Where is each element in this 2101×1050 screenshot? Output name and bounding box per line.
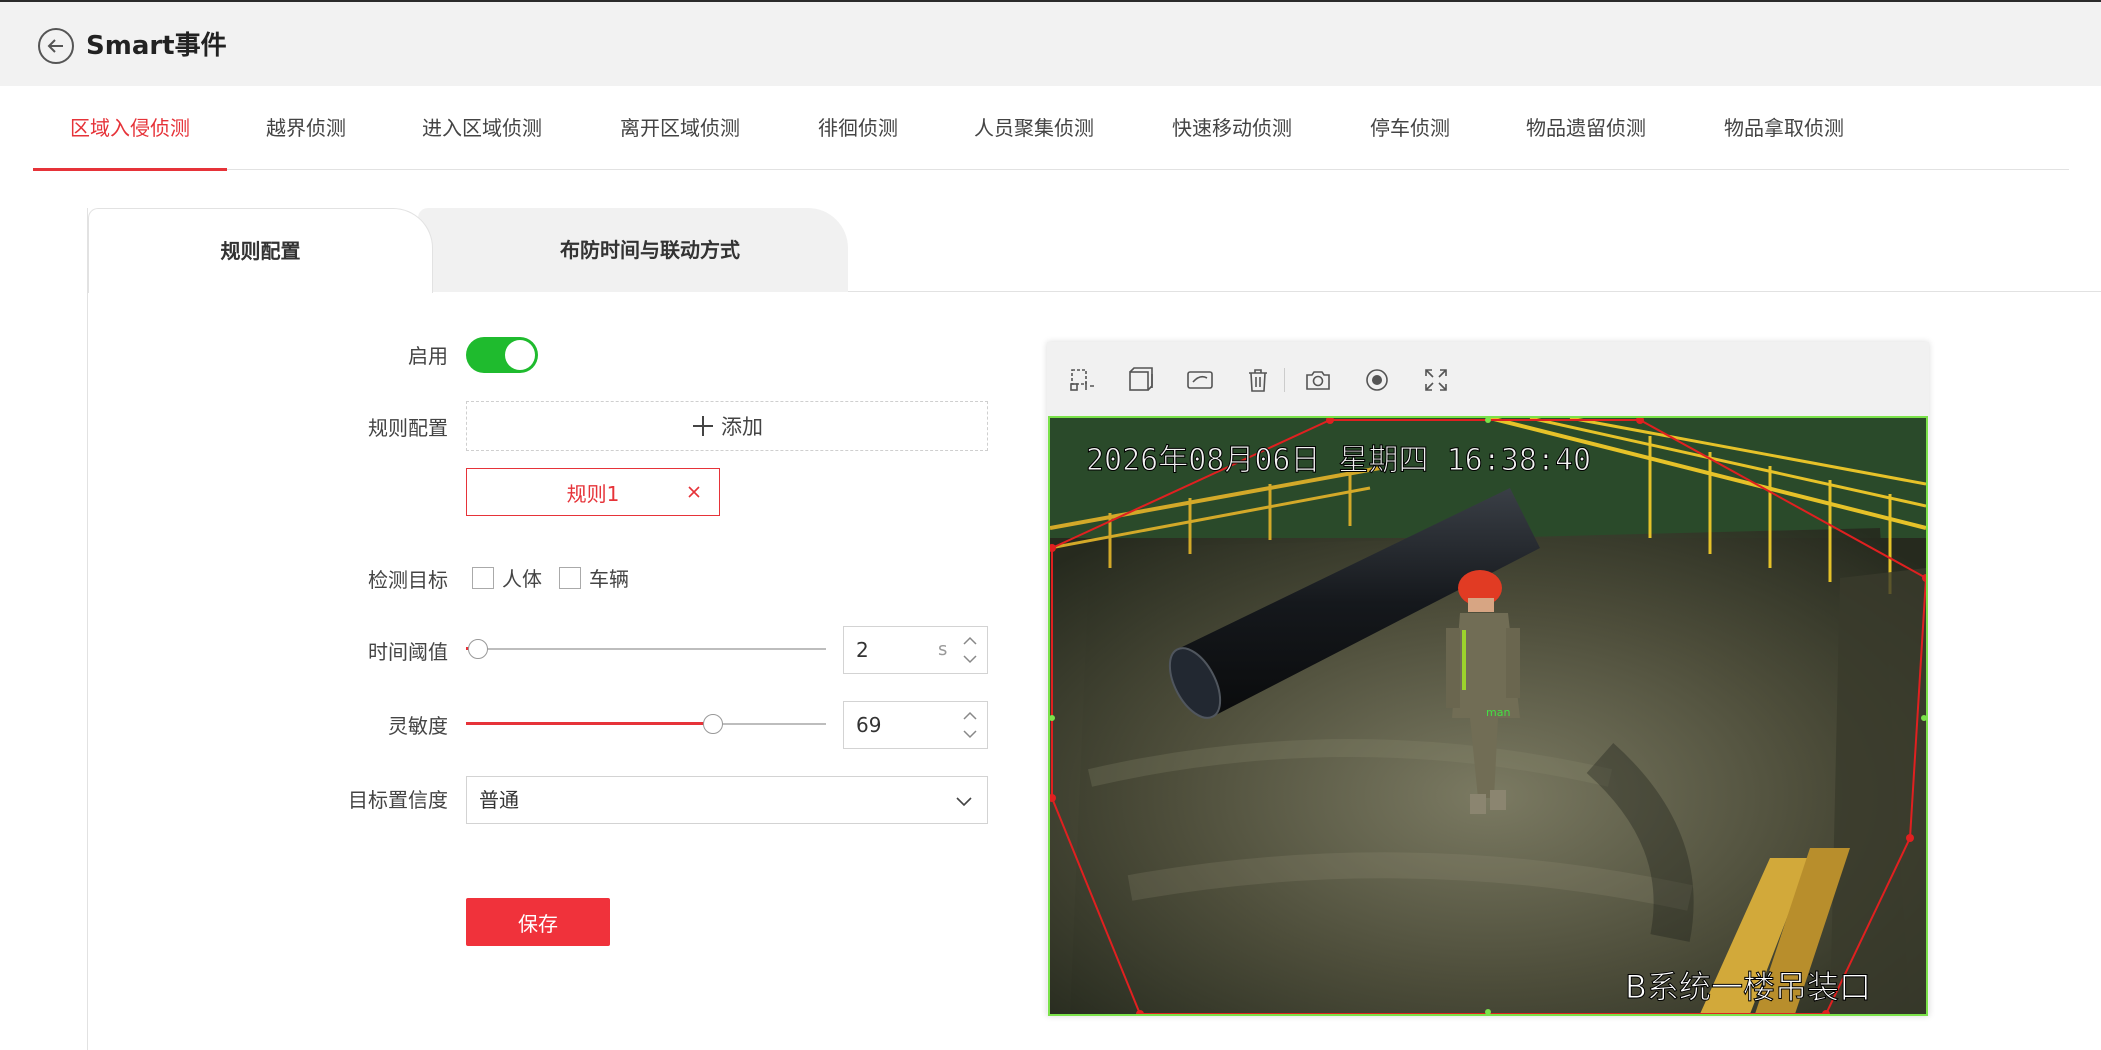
enable-label: 启用	[408, 344, 448, 368]
draw-region-icon[interactable]	[1068, 366, 1096, 394]
slider-fill	[466, 722, 713, 725]
video-frame[interactable]: 2026年08月06日 星期四 16:38:40 B系统一楼吊装口 man	[1048, 416, 1928, 1016]
osd-camera-name: B系统一楼吊装口	[1625, 968, 1871, 1006]
stepper-icon[interactable]	[961, 633, 979, 667]
osd-timestamp: 2026年08月06日 星期四 16:38:40	[1086, 443, 1591, 478]
tab-loitering[interactable]: 徘徊侦测	[818, 86, 898, 170]
event-tab-bar: 区域入侵侦测 越界侦测 进入区域侦测 离开区域侦测 徘徊侦测 人员聚集侦测 快速…	[33, 86, 2069, 171]
time-threshold-label: 时间阈值	[368, 640, 448, 664]
stepper-icon[interactable]	[961, 708, 979, 742]
min-size-icon[interactable]	[1186, 366, 1214, 394]
sub-tab-bar: 规则配置 布防时间与联动方式	[88, 208, 2101, 293]
confidence-select[interactable]: 普通	[466, 776, 988, 824]
confidence-value: 普通	[479, 788, 519, 812]
rule-config-label: 规则配置	[368, 416, 448, 440]
toggle-knob	[505, 340, 535, 370]
add-rule-label: 添加	[721, 415, 763, 439]
time-threshold-input[interactable]: 2 s	[843, 626, 988, 674]
checkbox-human[interactable]: 人体	[472, 563, 542, 592]
confidence-label: 目标置信度	[348, 788, 448, 812]
arrow-left-icon	[47, 39, 63, 53]
time-threshold-slider[interactable]	[466, 637, 826, 661]
max-size-icon[interactable]	[1127, 366, 1155, 394]
delete-icon[interactable]	[1244, 366, 1272, 394]
checkbox-vehicle[interactable]: 车辆	[559, 563, 629, 592]
tab-unattended-baggage[interactable]: 物品遗留侦测	[1526, 86, 1646, 170]
tab-parking[interactable]: 停车侦测	[1370, 86, 1450, 170]
slider-thumb[interactable]	[468, 639, 488, 659]
page-title: Smart事件	[86, 31, 227, 61]
tab-intrusion[interactable]: 区域入侵侦测	[33, 86, 227, 171]
record-icon[interactable]	[1363, 366, 1391, 394]
tab-fast-moving[interactable]: 快速移动侦测	[1172, 86, 1292, 170]
sensitivity-value: 69	[856, 713, 882, 737]
save-button[interactable]: 保存	[466, 898, 610, 946]
target-tag: man	[1486, 706, 1510, 719]
chevron-down-icon	[956, 797, 972, 807]
tab-region-exit[interactable]: 离开区域侦测	[620, 86, 740, 170]
tab-schedule-linkage[interactable]: 布防时间与联动方式	[418, 208, 848, 292]
checkbox-vehicle-label: 车辆	[589, 567, 629, 591]
sensitivity-slider[interactable]	[466, 712, 826, 736]
app-header: Smart事件	[0, 0, 2101, 86]
slider-thumb[interactable]	[703, 714, 723, 734]
add-rule-button[interactable]: 添加	[466, 401, 988, 451]
close-icon[interactable]	[683, 481, 705, 503]
checkbox-human-label: 人体	[502, 567, 542, 591]
sensitivity-label: 灵敏度	[388, 714, 448, 738]
checkbox-vehicle-box[interactable]	[559, 566, 581, 589]
tab-object-removal[interactable]: 物品拿取侦测	[1724, 86, 1844, 170]
video-scene: 2026年08月06日 星期四 16:38:40 B系统一楼吊装口 man	[1050, 418, 1926, 1014]
rule-chip[interactable]: 规则1	[466, 468, 720, 516]
slider-track	[466, 648, 826, 650]
fullscreen-icon[interactable]	[1422, 366, 1450, 394]
time-threshold-unit: s	[938, 639, 948, 660]
time-threshold-value: 2	[856, 638, 869, 662]
camera-icon[interactable]	[1304, 366, 1332, 394]
plus-icon	[693, 416, 713, 436]
detect-target-label: 检测目标	[368, 568, 448, 592]
back-button[interactable]	[38, 28, 74, 64]
tab-line-crossing[interactable]: 越界侦测	[266, 86, 346, 170]
video-preview-panel: 2026年08月06日 星期四 16:38:40 B系统一楼吊装口 man	[1047, 342, 1929, 1016]
rule-chip-label: 规则1	[566, 481, 620, 506]
enable-toggle[interactable]	[466, 337, 538, 373]
tab-rule-config[interactable]: 规则配置	[88, 208, 433, 293]
video-toolbar	[1047, 342, 1929, 416]
checkbox-human-box[interactable]	[472, 566, 494, 589]
tab-region-entrance[interactable]: 进入区域侦测	[422, 86, 542, 170]
tab-people-gathering[interactable]: 人员聚集侦测	[974, 86, 1094, 170]
toolbar-divider	[1284, 368, 1285, 392]
sensitivity-input[interactable]: 69	[843, 701, 988, 749]
